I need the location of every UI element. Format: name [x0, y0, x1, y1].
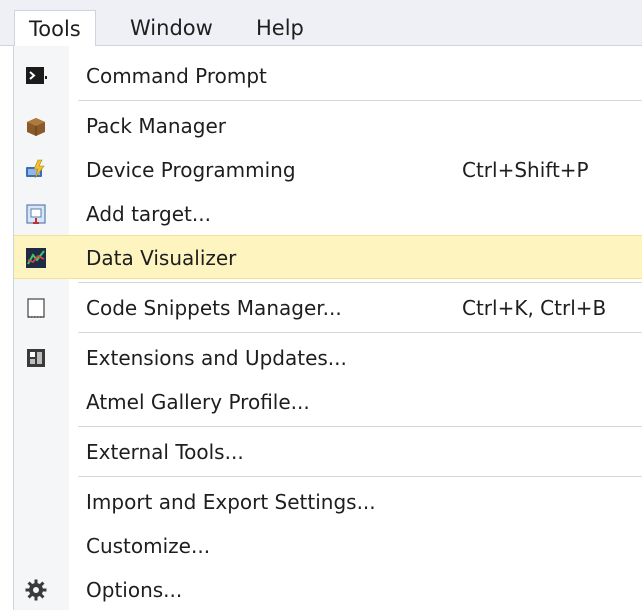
- menu-item-add-target[interactable]: Add target...: [14, 192, 642, 236]
- menu-item-label: Command Prompt: [86, 64, 267, 88]
- menu-item-external-tools[interactable]: External Tools...: [14, 430, 642, 474]
- menu-item-label: Options...: [86, 578, 183, 602]
- menu-item-options[interactable]: Options...: [14, 568, 642, 612]
- menu-separator: [78, 332, 642, 333]
- menu-separator: [78, 282, 642, 283]
- menu-bar: Tools Window Help: [0, 0, 642, 47]
- device-programming-icon: [24, 158, 48, 182]
- menu-item-import-export-settings[interactable]: Import and Export Settings...: [14, 480, 642, 524]
- extensions-icon: [24, 346, 48, 370]
- add-target-icon: [24, 202, 48, 226]
- menu-item-shortcut: Ctrl+K, Ctrl+B: [462, 296, 607, 320]
- menu-separator: [78, 476, 642, 477]
- menu-item-label: Data Visualizer: [86, 246, 237, 270]
- tools-dropdown-menu: Command Prompt Pack Manager Device Progr…: [13, 46, 642, 610]
- menu-item-device-programming[interactable]: Device Programming Ctrl+Shift+P: [14, 148, 642, 192]
- menu-tools[interactable]: Tools: [14, 10, 96, 47]
- menu-item-shortcut: Ctrl+Shift+P: [462, 158, 589, 182]
- menu-item-data-visualizer[interactable]: Data Visualizer: [14, 235, 642, 279]
- gear-icon: [24, 578, 48, 602]
- menu-separator: [78, 426, 642, 427]
- menu-help[interactable]: Help: [242, 10, 318, 46]
- menu-item-label: Extensions and Updates...: [86, 346, 347, 370]
- menu-item-label: Pack Manager: [86, 114, 227, 138]
- menu-item-atmel-gallery-profile[interactable]: Atmel Gallery Profile...: [14, 380, 642, 424]
- menu-item-code-snippets-manager[interactable]: Code Snippets Manager... Ctrl+K, Ctrl+B: [14, 286, 642, 330]
- menu-item-label: External Tools...: [86, 440, 244, 464]
- menu-separator: [78, 100, 642, 101]
- menu-item-customize[interactable]: Customize...: [14, 524, 642, 568]
- menu-item-label: Import and Export Settings...: [86, 490, 376, 514]
- menu-item-command-prompt[interactable]: Command Prompt: [14, 54, 642, 98]
- menu-item-extensions-and-updates[interactable]: Extensions and Updates...: [14, 336, 642, 380]
- command-prompt-icon: [24, 64, 48, 88]
- menu-window[interactable]: Window: [116, 10, 227, 46]
- data-visualizer-icon: [24, 246, 48, 270]
- menu-item-label: Customize...: [86, 534, 211, 558]
- code-snippets-icon: [24, 296, 48, 320]
- menu-item-label: Code Snippets Manager...: [86, 296, 342, 320]
- menu-item-label: Atmel Gallery Profile...: [86, 390, 310, 414]
- menu-item-pack-manager[interactable]: Pack Manager: [14, 104, 642, 148]
- menu-item-label: Device Programming: [86, 158, 296, 182]
- menu-item-label: Add target...: [86, 202, 211, 226]
- package-icon: [24, 114, 48, 138]
